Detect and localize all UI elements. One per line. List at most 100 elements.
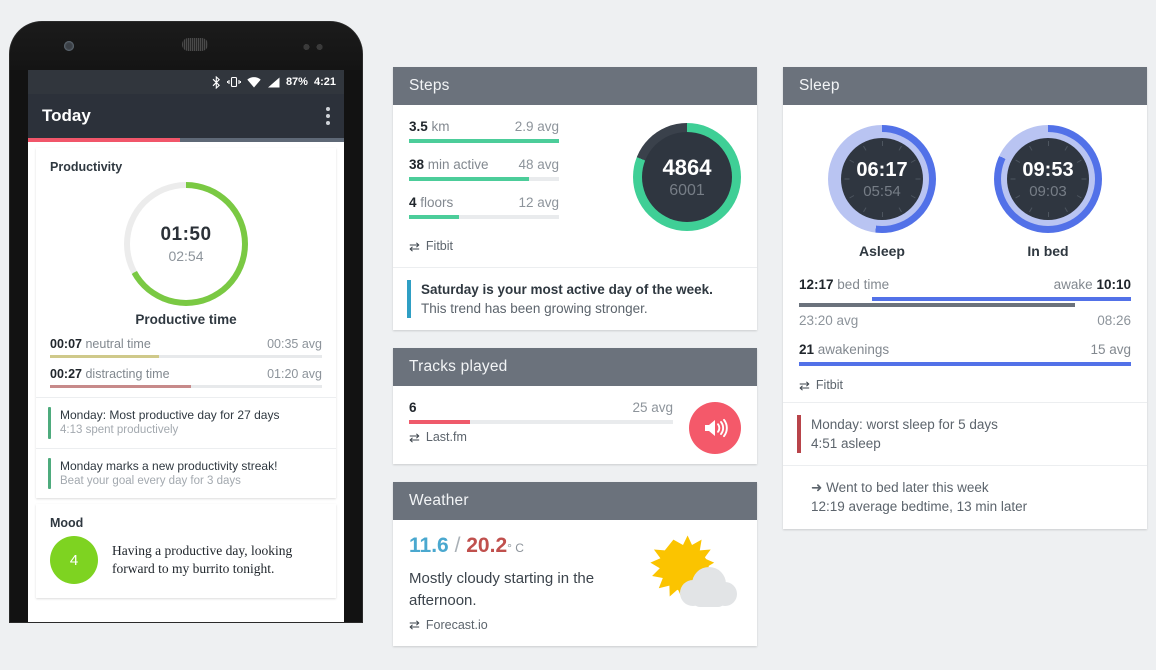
steps-km-value: 3.5 xyxy=(409,119,428,134)
weather-description: Mostly cloudy starting in the afternoon. xyxy=(409,570,595,610)
sleep-insight-2-line2: 12:19 average bedtime, 13 min later xyxy=(811,499,1028,515)
arrow-icon: ➜ xyxy=(811,480,823,496)
sleep-source-label: Fitbit xyxy=(815,378,843,392)
asleep-value: 06:17 xyxy=(856,158,908,181)
awakenings-bar xyxy=(799,362,1131,366)
tracks-source[interactable]: ⇄ Last.fm xyxy=(409,424,673,448)
phone-mood-card: Mood 4 Having a productive day, looking … xyxy=(36,504,336,599)
signal-icon xyxy=(267,77,280,88)
volume-icon[interactable] xyxy=(689,402,741,455)
steps-progress-ring: 4864 6001 xyxy=(633,123,741,231)
steps-ring-center: 4864 6001 xyxy=(642,132,732,222)
steps-insight[interactable]: Saturday is your most active day of the … xyxy=(393,267,757,330)
sync-icon: ⇄ xyxy=(409,617,420,633)
steps-active-value: 38 xyxy=(409,157,425,172)
sleep-card-body: 06:17 05:54 Asleep 09:53 09:03 In bed xyxy=(783,105,1147,265)
tracks-card: Tracks played 6 25 avg ⇄ Last.fm xyxy=(393,348,757,465)
awakenings-label: awakenings xyxy=(817,342,890,357)
steps-km-bar xyxy=(409,139,559,143)
insight-accent-bar xyxy=(48,407,51,439)
neutral-time-value: 00:07 xyxy=(50,337,82,351)
sleep-insight-1-line1: Monday: worst sleep for 5 days xyxy=(811,417,998,432)
inbed-label: In bed xyxy=(1027,243,1069,259)
bedtime-avg-left: 23:20 avg xyxy=(799,313,859,328)
productivity-value: 01:50 xyxy=(160,224,212,245)
insight-1-title: Monday: Most productive day for 27 days xyxy=(60,408,280,422)
steps-metric-active: 38 min active 48 avg xyxy=(409,157,623,181)
column-middle: Steps 3.5 km 2.9 avg 38 min active 48 av… xyxy=(393,67,757,664)
distracting-time-label: distracting time xyxy=(85,367,170,381)
sleep-dial-asleep: 06:17 05:54 Asleep xyxy=(828,125,936,259)
bedtime-average-bar xyxy=(799,303,1131,307)
steps-active-avg: 48 avg xyxy=(518,157,559,172)
phone-screen: 87% 4:21 Today Productivity 01:50 02:54 xyxy=(28,70,344,622)
awake-value: 10:10 xyxy=(1096,277,1131,292)
dial-face: 06:17 05:54 xyxy=(841,138,923,220)
app-root: 87% 4:21 Today Productivity 01:50 02:54 xyxy=(0,0,1156,670)
productivity-label: Productive time xyxy=(135,312,237,327)
android-status-bar: 87% 4:21 xyxy=(28,70,344,94)
steps-source[interactable]: ⇄ Fitbit xyxy=(409,233,741,257)
sleep-insight-1-line2: 4:51 asleep xyxy=(811,436,881,452)
awakenings-row: 21 awakenings 15 avg xyxy=(799,342,1131,366)
steps-goal: 6001 xyxy=(669,181,705,199)
steps-floors-bar xyxy=(409,215,559,219)
sleep-rows: 12:17 bed time awake 10:10 23:20 avg 08:… xyxy=(783,265,1147,402)
bedtime-row: 12:17 bed time awake 10:10 23:20 avg 08:… xyxy=(799,277,1131,328)
tracks-source-label: Last.fm xyxy=(425,430,467,445)
sleep-insight-1[interactable]: Monday: worst sleep for 5 days 4:51 asle… xyxy=(783,402,1147,465)
weather-separator: / xyxy=(454,534,461,558)
mood-title: Mood xyxy=(50,516,84,531)
weather-card: Weather 11.6 / 20.2° C Mostly cloudy sta… xyxy=(393,482,757,646)
asleep-clock-dial: 06:17 05:54 xyxy=(828,125,936,233)
app-bar: Today xyxy=(28,94,344,138)
tracks-card-title: Tracks played xyxy=(393,348,757,387)
bedtime-range-bar xyxy=(799,297,1131,301)
steps-count: 4864 xyxy=(662,154,712,180)
front-camera-icon xyxy=(64,41,74,51)
insight-accent-bar xyxy=(407,280,411,319)
sleep-dials: 06:17 05:54 Asleep 09:53 09:03 In bed xyxy=(799,119,1131,261)
sun-behind-cloud-icon xyxy=(637,532,741,629)
sleep-dial-inbed: 09:53 09:03 In bed xyxy=(994,125,1102,259)
phone-insight-2[interactable]: Monday marks a new productivity streak! … xyxy=(36,447,336,499)
steps-active-bar xyxy=(409,177,559,181)
sleep-insight-2[interactable]: ➜ Went to bed later this week 12:19 aver… xyxy=(783,465,1147,528)
awake-label: awake xyxy=(1053,277,1093,292)
insight-accent-bar xyxy=(797,415,801,454)
steps-floors-label: floors xyxy=(420,195,454,210)
status-clock: 4:21 xyxy=(313,76,336,88)
weather-low: 11.6 xyxy=(409,534,449,558)
awakenings-value: 21 xyxy=(799,342,815,357)
column-right: Sleep 06:17 05:54 Asleep 09:53 09:03 In … xyxy=(783,67,1147,547)
earpiece-speaker-icon xyxy=(182,38,208,51)
dial-face: 09:53 09:03 xyxy=(1007,138,1089,220)
phone-insight-1[interactable]: Monday: Most productive day for 27 days … xyxy=(36,397,336,448)
sleep-insight-2-text: Went to bed later this week xyxy=(826,480,989,496)
steps-floors-value: 4 xyxy=(409,195,417,210)
sleep-card-title: Sleep xyxy=(783,67,1147,105)
vibrate-icon xyxy=(226,76,241,88)
bluetooth-icon xyxy=(212,75,221,89)
neutral-time-avg: 00:35 avg xyxy=(267,337,322,351)
steps-metric-km: 3.5 km 2.9 avg xyxy=(409,119,623,143)
tracks-bar xyxy=(409,420,673,425)
neutral-time-label: neutral time xyxy=(85,337,151,351)
weather-card-title: Weather xyxy=(393,482,757,521)
weather-source[interactable]: ⇄ Forecast.io xyxy=(409,612,637,636)
metric-neutral-time: 00:07 neutral time 00:35 avg xyxy=(36,337,336,367)
productivity-title: Productivity xyxy=(50,160,123,174)
day-progress-bar xyxy=(28,138,344,142)
steps-floors-avg: 12 avg xyxy=(518,195,559,210)
sleep-insight-2-line1: ➜ Went to bed later this week xyxy=(811,478,1027,497)
bedtime-value: 12:17 xyxy=(799,277,834,292)
tracks-card-body: 6 25 avg ⇄ Last.fm xyxy=(393,386,757,464)
mood-note: Having a productive day, looking forward… xyxy=(112,542,293,577)
tracks-avg: 25 avg xyxy=(632,400,673,416)
sync-icon: ⇄ xyxy=(799,377,810,393)
sleep-source[interactable]: ⇄ Fitbit xyxy=(799,366,1131,400)
productivity-donut-center: 01:50 02:54 xyxy=(130,188,242,300)
productivity-donut: 01:50 02:54 xyxy=(124,182,248,306)
overflow-menu-icon[interactable] xyxy=(326,107,330,125)
awakenings-avg: 15 avg xyxy=(1090,342,1131,357)
